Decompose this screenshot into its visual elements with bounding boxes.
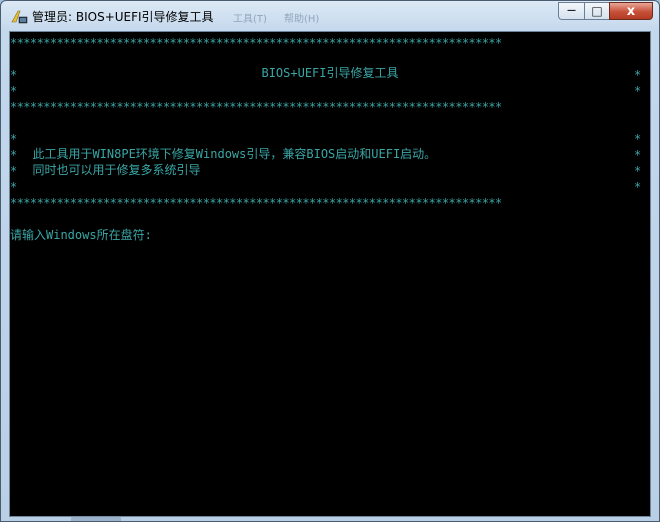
description-line: 同时也可以用于修复多系统引导 — [18, 163, 201, 177]
window-controls: — □ x — [558, 2, 653, 21]
border-stars-middle: ****************************************… — [10, 100, 502, 114]
title-bar[interactable]: 管理员: BIOS+UEFI引导修复工具 工具(T) 帮助(H) — □ x — [1, 1, 659, 31]
input-prompt[interactable]: 请输入Windows所在盘符: — [10, 227, 152, 243]
border-star-left: * — [10, 164, 18, 178]
border-star-left: * — [10, 180, 18, 194]
maximize-icon: □ — [591, 4, 603, 18]
background-menu-text: 帮助(H) — [284, 14, 320, 25]
border-star-right: * — [634, 180, 642, 194]
description-line: 此工具用于WIN8PE环境下修复Windows引导，兼容BIOS启动和UEFI启… — [18, 147, 437, 161]
border-star-right: * — [634, 148, 642, 162]
close-icon: x — [626, 3, 636, 19]
border-star-left: * — [10, 132, 18, 146]
app-icon — [11, 10, 28, 24]
background-menu-text: 工具(T) — [233, 14, 267, 25]
header-title: BIOS+UEFI引导修复工具 — [261, 66, 399, 80]
taskbar-glimpse — [71, 516, 121, 521]
border-stars-top: ****************************************… — [10, 36, 502, 50]
close-button[interactable]: x — [609, 2, 653, 20]
border-star-left: * — [10, 84, 18, 98]
border-star-right: * — [634, 84, 642, 98]
border-star-left: * — [10, 148, 18, 162]
border-star-right: * — [634, 164, 642, 178]
window-title: 管理员: BIOS+UEFI引导修复工具 — [32, 10, 214, 24]
minimize-icon: — — [567, 6, 576, 16]
console-output[interactable]: ****************************************… — [9, 31, 651, 517]
minimize-button[interactable]: — — [558, 2, 584, 20]
border-stars-bottom: ****************************************… — [10, 196, 502, 210]
console-window: 管理员: BIOS+UEFI引导修复工具 工具(T) 帮助(H) — □ x *… — [0, 0, 660, 522]
border-star-right: * — [634, 132, 642, 146]
maximize-button[interactable]: □ — [584, 2, 609, 20]
